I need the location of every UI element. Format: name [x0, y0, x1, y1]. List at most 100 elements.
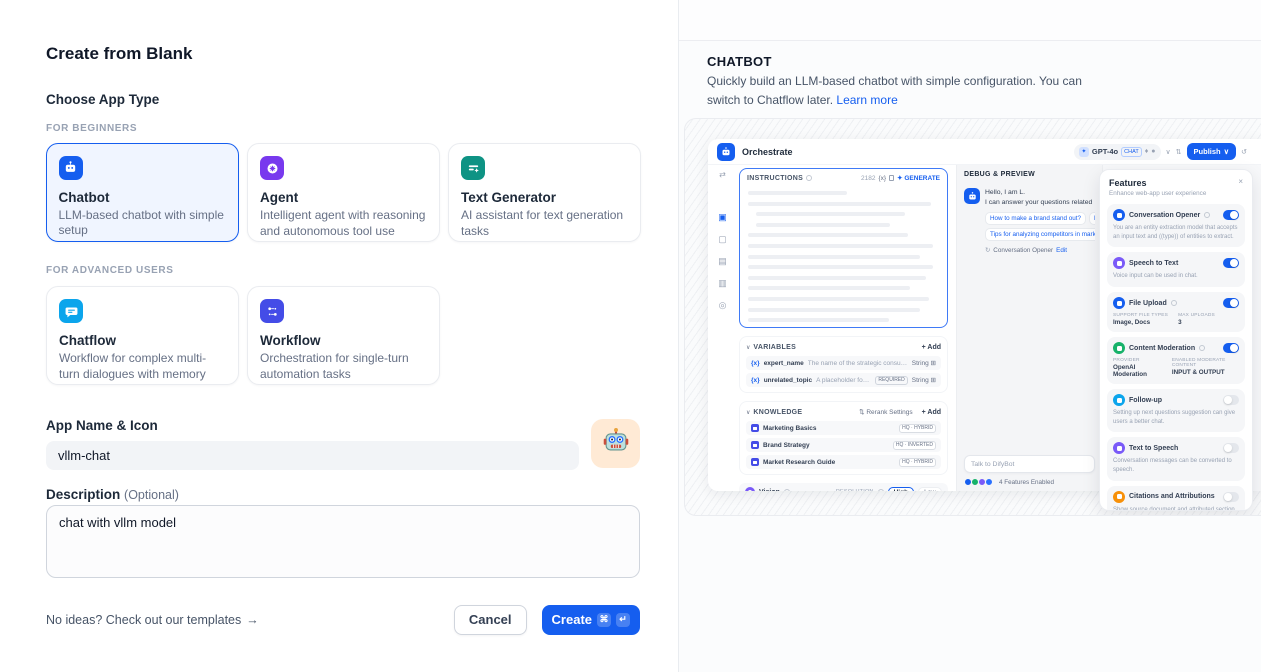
- globe-nav-icon: ◎: [719, 301, 727, 310]
- add-knowledge-button: + Add: [922, 409, 941, 416]
- file-upload-icon: [1113, 297, 1125, 309]
- app-icon-picker[interactable]: [591, 419, 640, 468]
- advanced-cards: Chatflow Workflow for complex multi-turn…: [46, 286, 440, 385]
- speech-to-text-icon: [1113, 257, 1125, 269]
- mock-debug-column: DEBUG & PREVIEW Hello, I am L. I can ans…: [956, 165, 1102, 491]
- clipboard-icon: [889, 175, 894, 181]
- vision-eye-icon: [745, 487, 755, 491]
- chevron-down-icon: ∨: [1166, 148, 1171, 156]
- chatbot-icon: [59, 156, 83, 180]
- retrieval-badge: HQ · HYBRID: [899, 458, 936, 467]
- preview-description: Quickly build an LLM-based chatbot with …: [707, 72, 1115, 109]
- feature-card-follow-up: Follow-up Setting up next questions sugg…: [1107, 389, 1245, 432]
- mock-model-selector: ✦ GPT-4o CHAT ♦ ●: [1074, 144, 1161, 160]
- card-chatbot[interactable]: Chatbot LLM-based chatbot with simple se…: [46, 143, 239, 242]
- cmd-key-icon: ⌘: [597, 613, 611, 627]
- suggested-questions: How to make a brand stand out? Bes Tips …: [985, 212, 1095, 241]
- toggle-on: [1223, 343, 1239, 353]
- resolution-high-option: High: [888, 487, 914, 492]
- feature-card-speech-to-text: Speech to Text Voice input can be used i…: [1107, 252, 1245, 287]
- agent-icon: [260, 156, 284, 180]
- toggle-off: [1223, 492, 1239, 502]
- retrieval-badge: HQ · INVERTED: [893, 441, 936, 450]
- dataset-icon: [751, 441, 759, 449]
- card-chatbot-desc: LLM-based chatbot with simple setup: [59, 208, 227, 240]
- info-icon: [878, 489, 884, 491]
- conversation-opener-row: ↻ Conversation Opener Edit: [985, 247, 1095, 254]
- toggle-off: [1223, 443, 1239, 453]
- create-form-panel: Create from Blank Choose App Type FOR BE…: [0, 0, 678, 672]
- choose-app-type-heading: Choose App Type: [46, 92, 159, 107]
- card-workflow[interactable]: Workflow Orchestration for single-turn a…: [247, 286, 440, 385]
- feature-dot-icon: [985, 478, 993, 486]
- feature-card-file-upload: File Upload SUPPORT FILE TYPESImage, Doc…: [1107, 292, 1245, 332]
- instructions-skeleton-text: [740, 185, 947, 328]
- workflow-icon: [260, 299, 284, 323]
- app-name-label: App Name & Icon: [46, 418, 158, 433]
- image-nav-icon: ▢: [718, 235, 727, 244]
- learn-more-link[interactable]: Learn more: [836, 93, 897, 107]
- rerank-settings-button: ⇅ Rerank Settings: [859, 408, 913, 416]
- card-text-generator[interactable]: Text Generator AI assistant for text gen…: [448, 143, 641, 242]
- knowledge-row: Brand Strategy HQ · INVERTED: [746, 438, 941, 452]
- collapse-icon: ⇄: [719, 171, 726, 179]
- token-count: 2182: [861, 175, 875, 182]
- feature-card-conversation-opener: Conversation Opener You are an entity ex…: [1107, 204, 1245, 247]
- suggested-question-chip: Tips for analyzing competitors in marke: [985, 228, 1095, 241]
- mock-main-column: INSTRUCTIONS 2182 {x} ✦ GENERATE: [737, 165, 956, 491]
- citations-icon: [1113, 491, 1125, 503]
- preview-panel: CHATBOT Quickly build an LLM-based chatb…: [678, 0, 1261, 672]
- beginner-cards: Chatbot LLM-based chatbot with simple se…: [46, 143, 641, 242]
- modal-footer: No ideas? Check out our templates → Canc…: [46, 604, 640, 635]
- mock-page-title: Orchestrate: [742, 147, 793, 157]
- templates-link[interactable]: No ideas? Check out our templates →: [46, 613, 259, 627]
- enter-key-icon: ↵: [616, 613, 630, 627]
- info-icon: [1171, 300, 1177, 306]
- mock-header: Orchestrate ✦ GPT-4o CHAT ♦ ● ∨ ⇅ Publis…: [708, 139, 1261, 165]
- card-chatflow-desc: Workflow for complex multi-turn dialogue…: [59, 351, 226, 383]
- card-agent[interactable]: Agent Intelligent agent with reasoning a…: [247, 143, 440, 242]
- beginners-group-label: FOR BEGINNERS: [46, 123, 137, 134]
- mic-icon: ♦: [1145, 148, 1149, 155]
- mock-knowledge-section: ∨ KNOWLEDGE ⇅ Rerank Settings + Add Mark…: [739, 401, 948, 475]
- mock-model-name: GPT-4o: [1092, 147, 1118, 156]
- card-chatbot-title: Chatbot: [59, 190, 227, 205]
- model-sparkle-icon: ✦: [1079, 147, 1089, 157]
- cancel-button[interactable]: Cancel: [454, 605, 527, 635]
- card-agent-desc: Intelligent agent with reasoning and aut…: [260, 208, 427, 240]
- feature-card-content-moderation: Content Moderation PROVIDEROpenAI Modera…: [1107, 337, 1245, 384]
- description-label: Description (Optional): [46, 487, 179, 502]
- description-textarea[interactable]: chat with vllm model: [46, 505, 640, 578]
- chatflow-icon: [59, 299, 83, 323]
- mock-instructions-panel: INSTRUCTIONS 2182 {x} ✦ GENERATE: [739, 168, 948, 328]
- variable-row: {x} expert_name The name of the strategi…: [746, 356, 941, 370]
- create-button[interactable]: Create ⌘ ↵: [542, 605, 640, 635]
- app-name-input[interactable]: [46, 441, 579, 470]
- preview-top-strip: [679, 0, 1261, 41]
- feature-card-text-to-speech: Text to Speech Conversation messages can…: [1107, 437, 1245, 480]
- mock-chat-input: Talk to DifyBot: [964, 455, 1095, 473]
- variables-label: VARIABLES: [753, 344, 796, 351]
- suggested-question-chip: How to make a brand stand out?: [985, 212, 1086, 225]
- sliders-icon: ⇅: [1176, 148, 1182, 156]
- dataset-icon: [751, 424, 759, 432]
- conversation-opener-icon: [1113, 209, 1125, 221]
- orchestrate-nav-icon: ▣: [718, 213, 727, 222]
- preview-screenshot-frame: Orchestrate ✦ GPT-4o CHAT ♦ ● ∨ ⇅ Publis…: [684, 118, 1261, 516]
- caret-down-icon: ∨: [746, 409, 750, 416]
- mock-features-panel: Features × Enhance web-app user experien…: [1099, 169, 1253, 511]
- edit-opener-link: Edit: [1056, 247, 1067, 254]
- instructions-label: INSTRUCTIONS: [747, 175, 803, 182]
- modal-title: Create from Blank: [46, 44, 192, 64]
- debug-preview-label: DEBUG & PREVIEW: [964, 171, 1095, 178]
- suggested-question-chip: Bes: [1089, 212, 1095, 225]
- follow-up-icon: [1113, 394, 1125, 406]
- features-title: Features: [1109, 178, 1147, 188]
- description-optional-hint: (Optional): [124, 488, 179, 502]
- mock-app-robot-icon: [717, 143, 735, 161]
- card-chatflow[interactable]: Chatflow Workflow for complex multi-turn…: [46, 286, 239, 385]
- create-app-modal: Create from Blank Choose App Type FOR BE…: [0, 0, 1261, 672]
- card-agent-title: Agent: [260, 190, 427, 205]
- card-chatflow-title: Chatflow: [59, 333, 226, 348]
- add-variable-button: + Add: [922, 344, 941, 351]
